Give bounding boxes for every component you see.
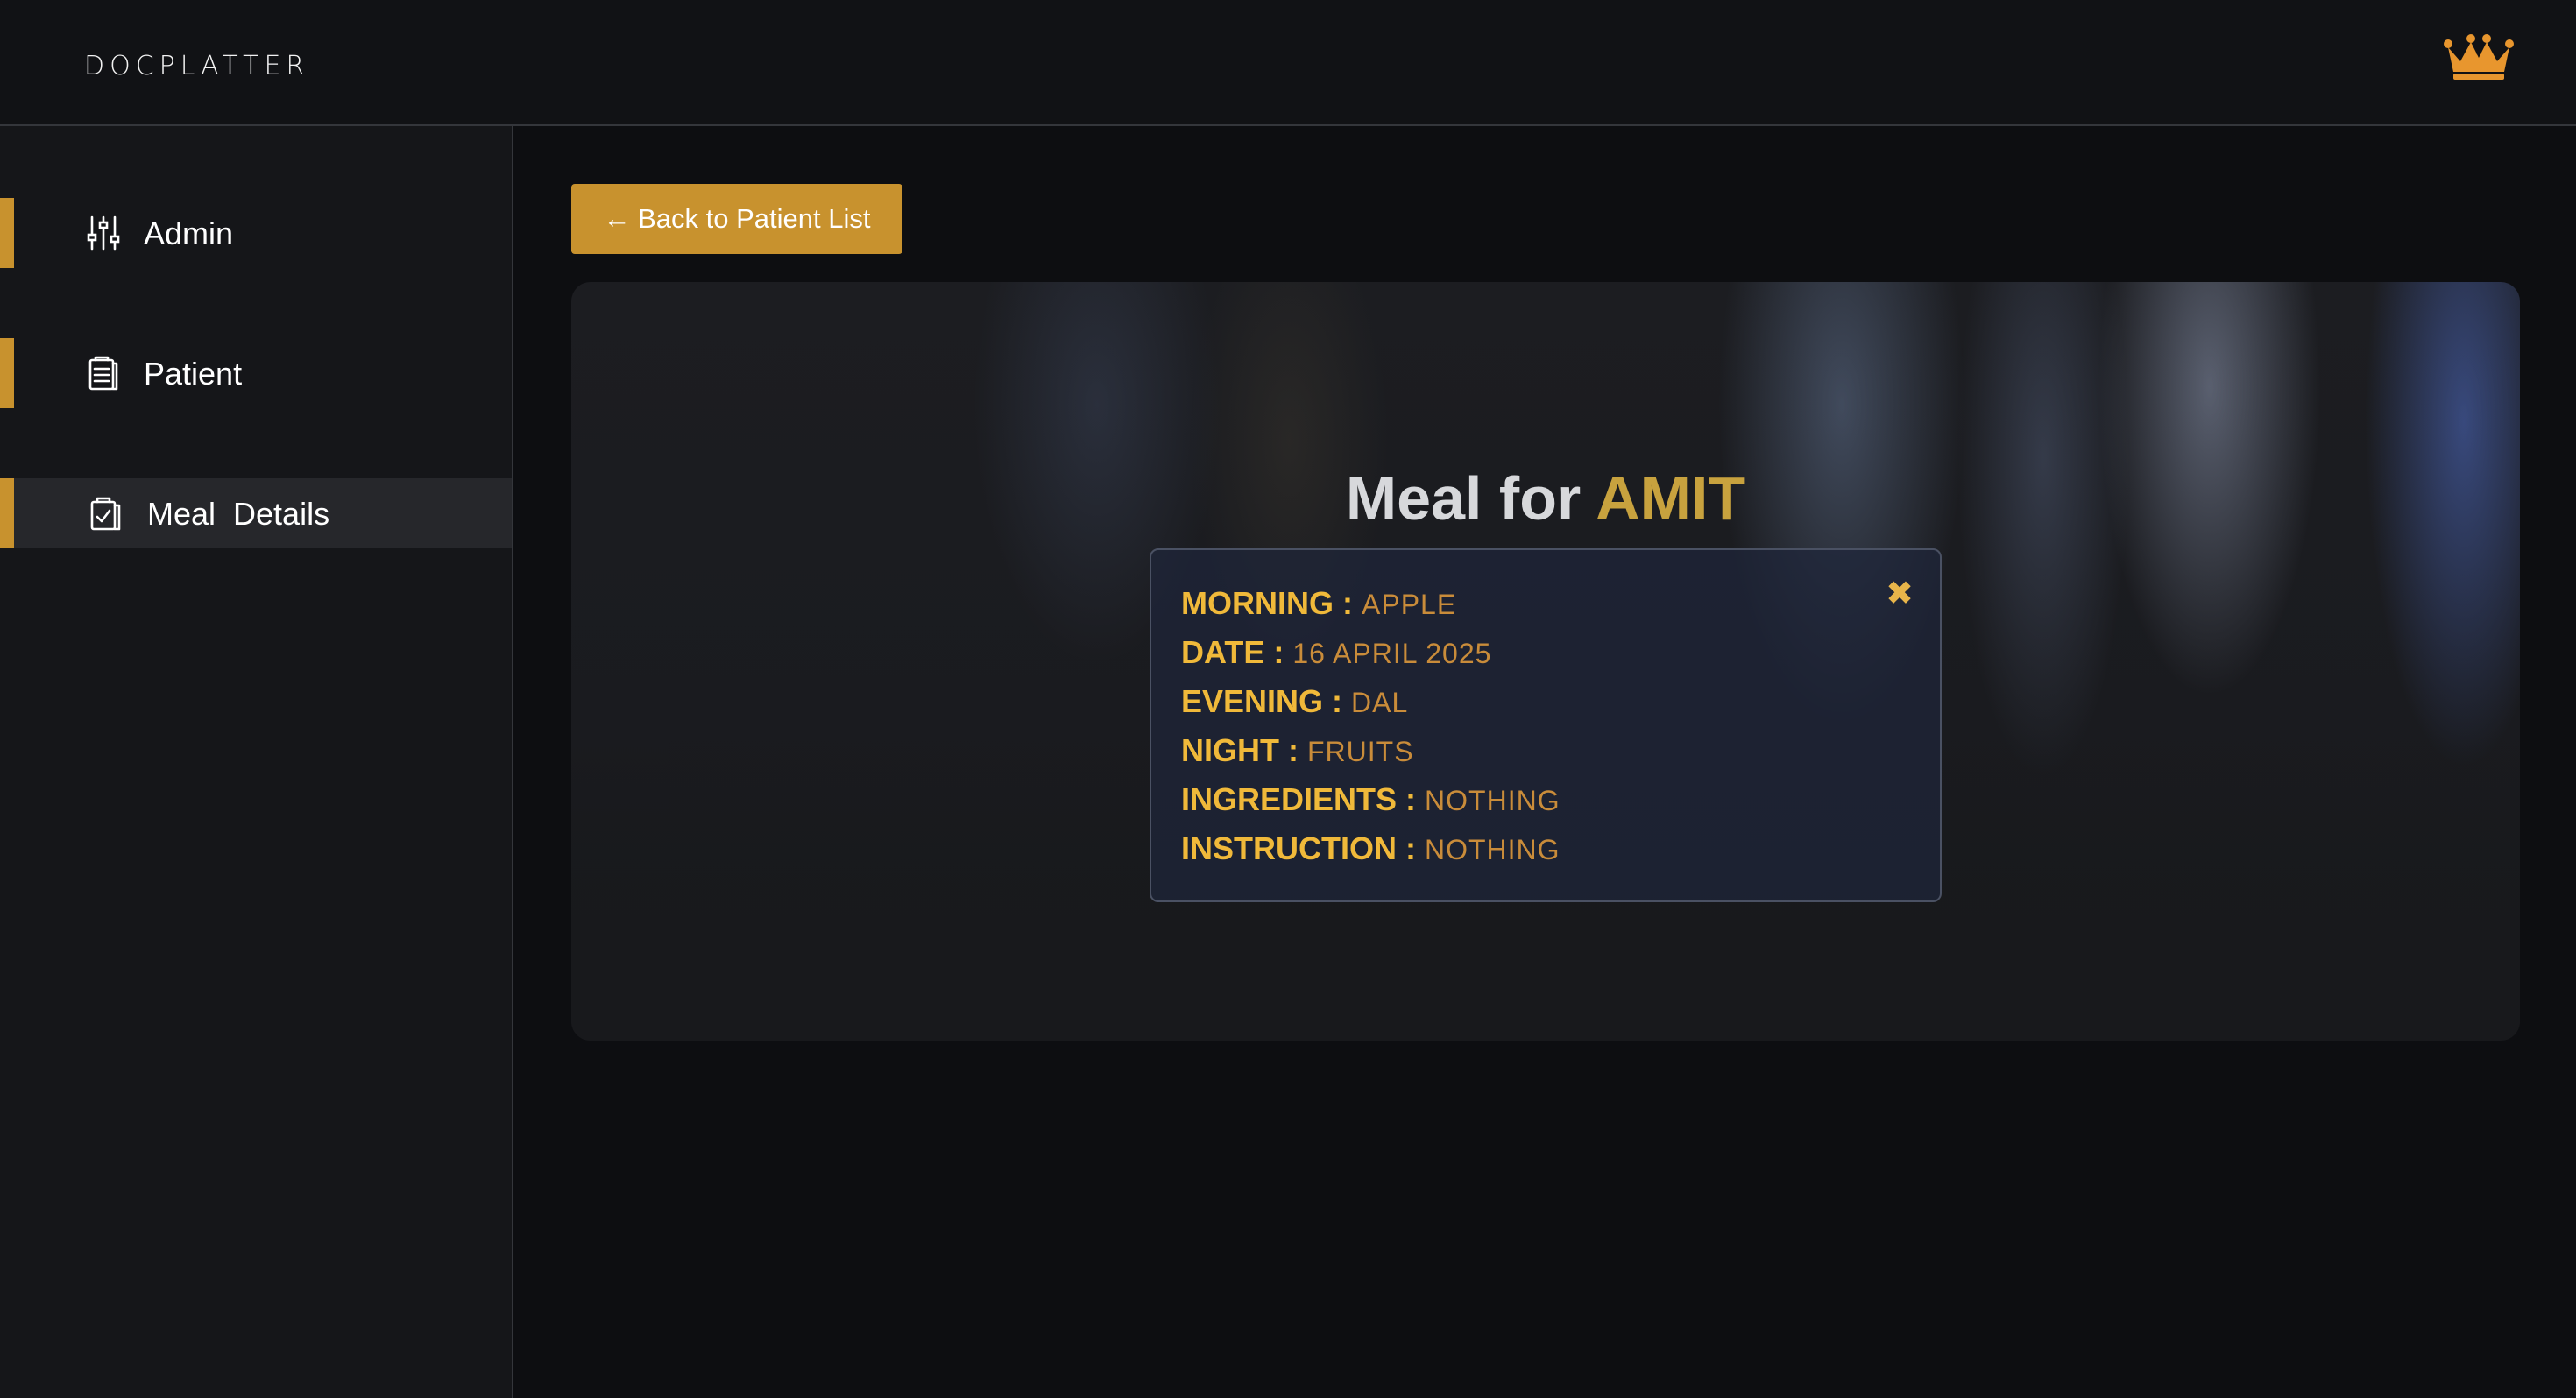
active-indicator: [0, 338, 14, 408]
sidebar-item-admin[interactable]: Admin: [0, 198, 512, 268]
meal-key: MORNING: [1181, 585, 1334, 621]
back-to-patient-list-button[interactable]: ← Back to Patient List: [571, 184, 902, 254]
separator: :: [1342, 585, 1353, 621]
separator: :: [1405, 781, 1417, 817]
separator: :: [1405, 830, 1416, 866]
sidebar-item-label: Admin: [144, 215, 234, 251]
sidebar-item-patient[interactable]: Patient: [0, 338, 512, 408]
clipboard-check-icon: [90, 497, 121, 531]
sidebar-item-label: Meal Details: [147, 496, 330, 532]
meal-value: 16 APRIL 2025: [1292, 638, 1492, 669]
meal-card: ✖ MORNING: APPLE DATE:16 APRIL 2025 EVENI…: [1150, 548, 1942, 902]
meal-key: NIGHT: [1181, 732, 1279, 768]
meal-row-ingredients: INGREDIENTS: NOTHING: [1181, 781, 1560, 830]
meal-value: NOTHING: [1425, 834, 1560, 865]
title-prefix: Meal for: [1345, 463, 1582, 533]
close-icon[interactable]: ✖: [1884, 577, 1915, 611]
crown-icon[interactable]: [2443, 32, 2515, 81]
meal-row-morning: MORNING: APPLE: [1181, 585, 1560, 634]
meal-row-date: DATE:16 APRIL 2025: [1181, 634, 1560, 683]
active-indicator: [0, 478, 14, 548]
page-title: Meal for AMIT: [571, 463, 2520, 533]
separator: :: [1288, 732, 1299, 768]
sidebar: Admin Patient Meal Details: [0, 126, 513, 1398]
sidebar-item-label: Patient: [144, 356, 243, 392]
meal-row-instruction: INSTRUCTION: NOTHING: [1181, 830, 1560, 879]
clipboard-list-icon: [88, 356, 118, 391]
meal-key: INSTRUCTION: [1181, 830, 1397, 866]
top-bar: DOCPLATTER: [0, 0, 2576, 126]
meal-value: FRUITS: [1307, 736, 1414, 767]
sliders-icon: [87, 215, 120, 251]
meal-value: APPLE: [1362, 589, 1457, 620]
meal-row-evening: EVENING: DAL: [1181, 683, 1560, 732]
separator: :: [1273, 634, 1284, 670]
sidebar-item-meal-details[interactable]: Meal Details: [0, 478, 512, 548]
meal-key: DATE: [1181, 634, 1265, 670]
meal-value: DAL: [1351, 687, 1409, 718]
meal-value: NOTHING: [1425, 785, 1560, 816]
meal-row-night: NIGHT: FRUITS: [1181, 732, 1560, 781]
meal-key: EVENING: [1181, 683, 1324, 719]
meal-details-list: MORNING: APPLE DATE:16 APRIL 2025 EVENING…: [1181, 585, 1560, 879]
active-indicator: [0, 198, 14, 268]
meal-key: INGREDIENTS: [1181, 781, 1398, 817]
patient-name: AMIT: [1596, 463, 1746, 533]
app: DOCPLATTER Admin Patient Meal Details ← …: [0, 0, 2576, 1398]
app-logo[interactable]: DOCPLATTER: [84, 51, 309, 81]
separator: :: [1332, 683, 1343, 719]
